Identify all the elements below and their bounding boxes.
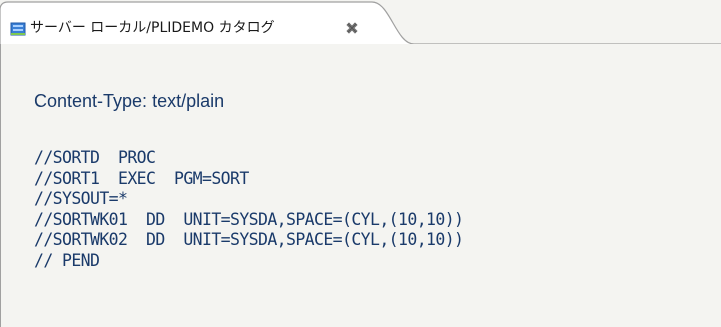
content-type-header: Content-Type: text/plain	[34, 91, 225, 111]
catalog-editor: サーバー ローカル/PLIDEMO カタログ Content-Type: tex…	[0, 0, 721, 327]
close-icon[interactable]	[345, 21, 359, 35]
jcl-line: // PEND	[34, 250, 100, 270]
jcl-line: //SORTWK02 DD UNIT=SYSDA,SPACE=(CYL,(10,…	[34, 230, 464, 249]
jcl-line: //SORTWK01 DD UNIT=SYSDA,SPACE=(CYL,(10,…	[34, 209, 464, 229]
jcl-line: //SYSOUT=*	[34, 189, 128, 208]
jcl-line: //SORT1 EXEC PGM=SORT	[34, 168, 249, 188]
catalog-content: Content-Type: text/plain //SORTD PROC//S…	[0, 44, 721, 327]
editor-tab-bar: サーバー ローカル/PLIDEMO カタログ	[0, 0, 721, 44]
tab-title: サーバー ローカル/PLIDEMO カタログ	[30, 20, 275, 36]
jcl-listing: //SORTD PROC//SORT1 EXEC PGM=SORT//SYSOU…	[34, 148, 464, 271]
catalog-icon	[10, 22, 26, 36]
jcl-line: //SORTD PROC	[34, 148, 156, 167]
